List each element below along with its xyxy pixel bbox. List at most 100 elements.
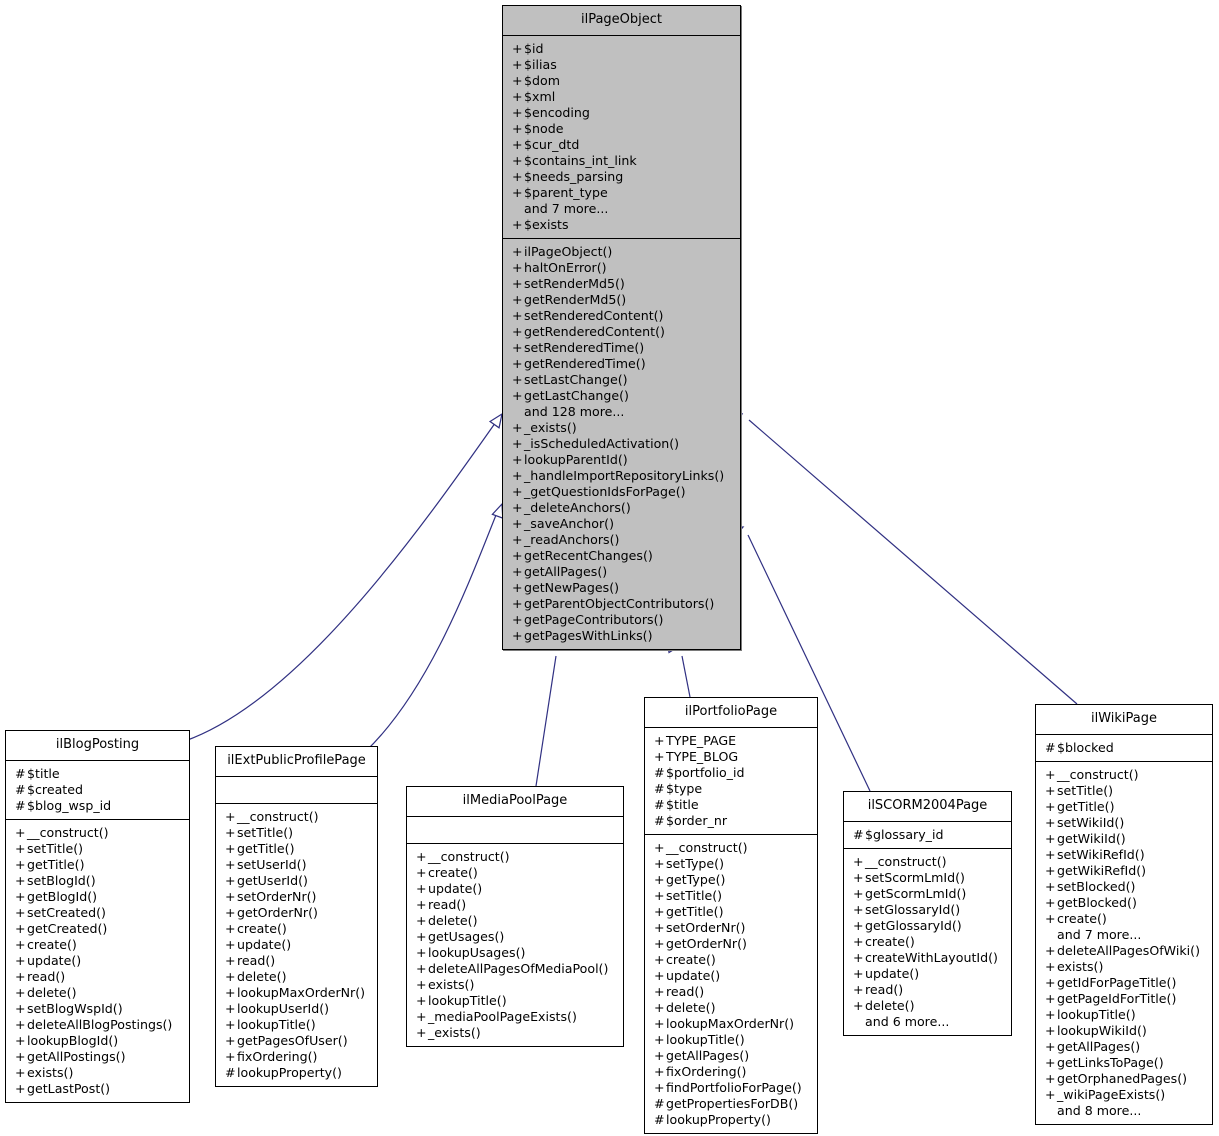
member-label: getOrderNr() (237, 905, 318, 920)
visibility-marker: + (512, 532, 523, 547)
visibility-marker: # (654, 781, 665, 796)
member-label: and 128 more... (524, 404, 625, 419)
visibility-marker: + (225, 841, 236, 856)
visibility-marker: + (512, 548, 523, 563)
class-box-ilSCORM2004Page[interactable]: ilSCORM2004Page #$glossary_id +__construct… (843, 791, 1012, 1036)
member-label: $dom (524, 73, 560, 88)
visibility-marker: + (654, 840, 665, 855)
class-member: +createWithLayoutId() (853, 950, 1009, 966)
visibility-marker: # (15, 798, 26, 813)
class-member: +getCreated() (15, 921, 187, 937)
visibility-marker: + (512, 596, 523, 611)
visibility-marker: + (15, 1033, 26, 1048)
member-label: getPagesWithLinks() (524, 628, 653, 643)
visibility-marker: + (512, 388, 523, 403)
class-methods-section-ilExtPublicProfilePage: +__construct() +setTitle() +getTitle() +set… (216, 804, 377, 1086)
member-label: setRenderedContent() (524, 308, 664, 323)
member-label: delete() (428, 913, 478, 928)
class-member: +getScormLmId() (853, 886, 1009, 902)
member-label: setUserId() (237, 857, 307, 872)
member-label: $id (524, 41, 544, 56)
visibility-marker: + (416, 881, 427, 896)
class-box-ilBlogPosting[interactable]: ilBlogPosting #$title #$created #$blog_wsp_… (5, 730, 190, 1103)
visibility-marker: + (853, 886, 864, 901)
class-member: +getTitle() (225, 841, 375, 857)
class-member: and 7 more... (1045, 927, 1210, 943)
visibility-marker: + (654, 920, 665, 935)
member-label: __construct() (865, 854, 947, 869)
visibility-marker: + (225, 873, 236, 888)
class-member: #$portfolio_id (654, 765, 815, 781)
class-member: +setOrderNr() (225, 889, 375, 905)
visibility-marker: + (512, 260, 523, 275)
member-label: $type (666, 781, 703, 796)
member-label: lookupTitle() (428, 993, 507, 1008)
class-box-ilMediaPoolPage[interactable]: ilMediaPoolPage +__construct() +create() +u… (406, 786, 624, 1047)
visibility-marker: + (15, 1081, 26, 1096)
class-member: +getTitle() (654, 904, 815, 920)
visibility-marker: + (654, 1032, 665, 1047)
class-box-ilExtPublicProfilePage[interactable]: ilExtPublicProfilePage +__construct() +set… (215, 746, 378, 1087)
visibility-marker: + (416, 897, 427, 912)
member-label: and 7 more... (1057, 927, 1142, 942)
class-member: +getWikiId() (1045, 831, 1210, 847)
member-label: update() (666, 968, 721, 983)
member-label: setRenderMd5() (524, 276, 625, 291)
visibility-marker: + (654, 1016, 665, 1031)
class-attributes-section-ilSCORM2004Page: #$glossary_id (844, 822, 1011, 849)
visibility-marker: + (1045, 815, 1056, 830)
visibility-marker: + (15, 969, 26, 984)
member-label: setCreated() (27, 905, 106, 920)
visibility-marker: + (416, 945, 427, 960)
member-label: create() (1057, 911, 1107, 926)
visibility-marker: + (853, 950, 864, 965)
class-title-ilPageObject: ilPageObject (503, 6, 740, 36)
class-box-ilPageObject[interactable]: ilPageObject +$id +$ilias +$dom +$xml +$encod… (502, 5, 741, 650)
member-label: createWithLayoutId() (865, 950, 998, 965)
class-member: #getPropertiesForDB() (654, 1096, 815, 1112)
visibility-marker: + (512, 324, 523, 339)
class-member: +_wikiPageExists() (1045, 1087, 1210, 1103)
class-member: and 7 more... (512, 201, 738, 217)
class-member: +_exists() (416, 1025, 621, 1041)
member-label: create() (428, 865, 478, 880)
member-label: lookupBlogId() (27, 1033, 119, 1048)
member-label: setRenderedTime() (524, 340, 645, 355)
class-member: +getRenderMd5() (512, 292, 738, 308)
class-member: +setBlogId() (15, 873, 187, 889)
class-member: +getAllPages() (1045, 1039, 1210, 1055)
class-box-ilWikiPage[interactable]: ilWikiPage #$blocked +__construct() +setTit… (1035, 704, 1213, 1125)
class-member: +$dom (512, 73, 738, 89)
member-label: getAllPages() (524, 564, 608, 579)
visibility-marker: + (1045, 991, 1056, 1006)
visibility-marker: + (1045, 1039, 1056, 1054)
visibility-marker: + (654, 749, 665, 764)
class-member: +setLastChange() (512, 372, 738, 388)
visibility-marker: + (1045, 847, 1056, 862)
visibility-marker: + (1045, 799, 1056, 814)
class-member: +getLastChange() (512, 388, 738, 404)
visibility-marker: + (1045, 767, 1056, 782)
class-member: +__construct() (654, 840, 815, 856)
class-attributes-section-ilWikiPage: #$blocked (1036, 735, 1212, 762)
class-member: +TYPE_BLOG (654, 749, 815, 765)
member-label: setGlossaryId() (865, 902, 961, 917)
class-box-ilPortfolioPage[interactable]: ilPortfolioPage +TYPE_PAGE +TYPE_BLOG #$por… (644, 697, 818, 1134)
visibility-marker: + (512, 516, 523, 531)
member-label: $title (666, 797, 699, 812)
member-label: getRenderMd5() (524, 292, 627, 307)
member-label: setOrderNr() (666, 920, 746, 935)
member-label: getTitle() (27, 857, 85, 872)
class-attributes-section-ilPageObject: +$id +$ilias +$dom +$xml +$encoding +$node +$c… (503, 36, 740, 239)
class-member: and 8 more... (1045, 1103, 1210, 1119)
member-label: and 8 more... (1057, 1103, 1142, 1118)
visibility-marker: + (853, 982, 864, 997)
member-label: fixOrdering() (237, 1049, 318, 1064)
visibility-marker: + (512, 420, 523, 435)
member-label: getPageContributors() (524, 612, 664, 627)
class-member: +read() (853, 982, 1009, 998)
visibility-marker: + (512, 468, 523, 483)
class-member: +$id (512, 41, 738, 57)
visibility-marker: + (1045, 1087, 1056, 1102)
class-member: +lookupParentId() (512, 452, 738, 468)
